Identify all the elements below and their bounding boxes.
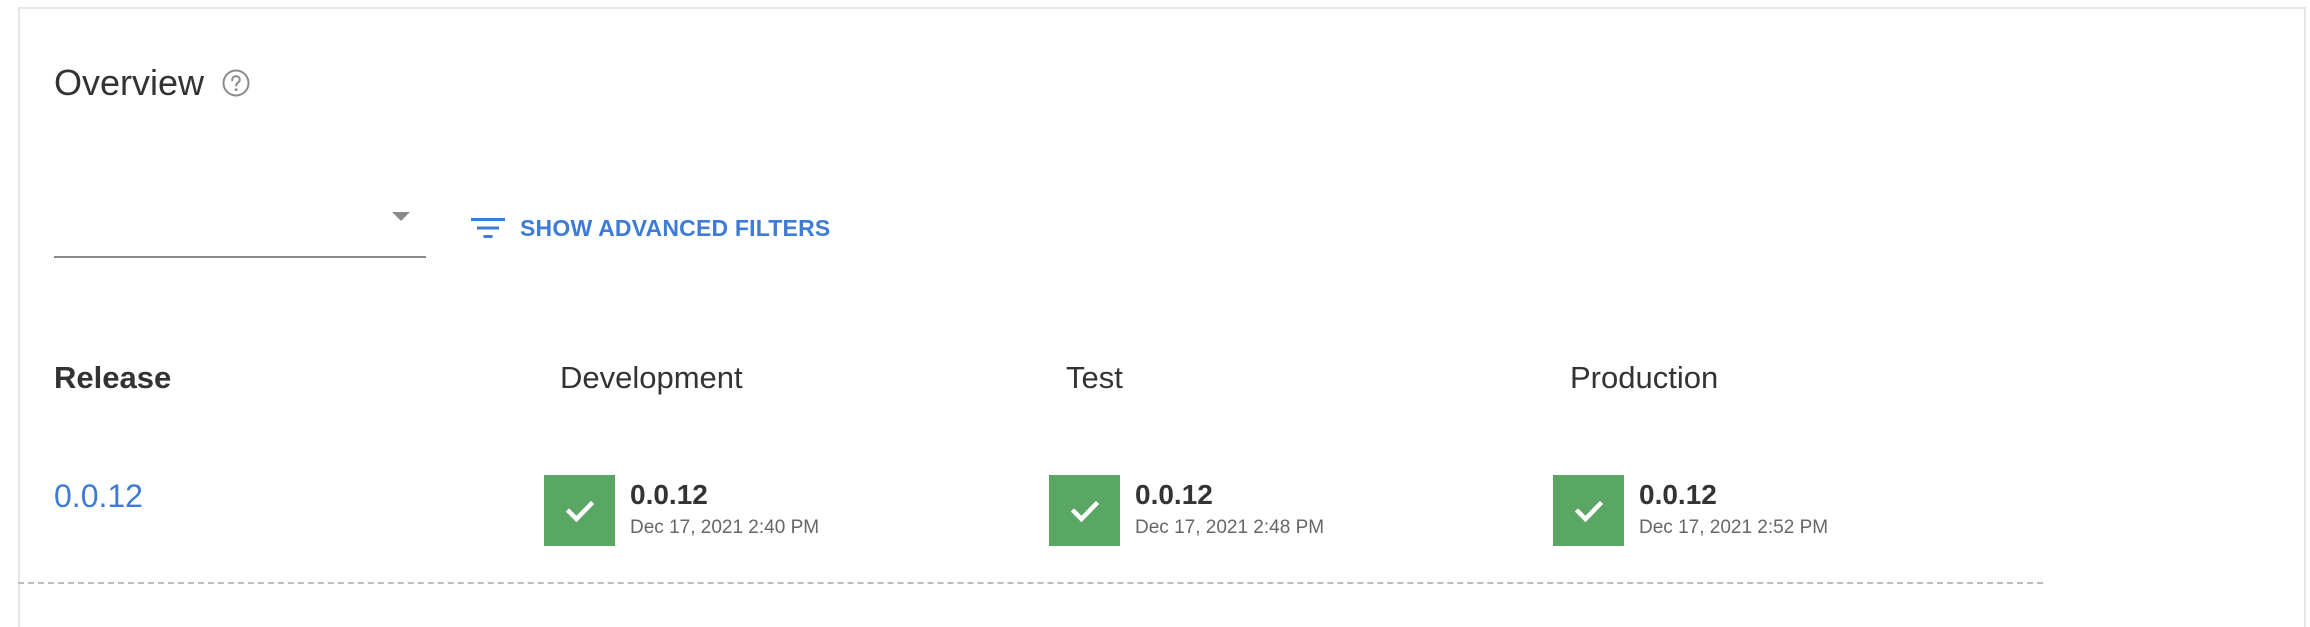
status-success-badge <box>1553 475 1624 546</box>
env-deploy-date: Dec 17, 2021 2:40 PM <box>630 517 820 538</box>
caret-down-icon[interactable] <box>392 212 410 221</box>
status-success-badge <box>544 475 615 546</box>
column-header-development: Development <box>560 360 743 395</box>
filter-lines-icon <box>470 213 506 243</box>
status-success-badge <box>1049 475 1120 546</box>
release-filter-select[interactable] <box>54 190 426 258</box>
env-cell-development[interactable]: 0.0.12 Dec 17, 2021 2:40 PM <box>544 475 819 546</box>
env-deploy-date: Dec 17, 2021 2:48 PM <box>1135 517 1325 538</box>
check-icon <box>1574 500 1603 522</box>
row-divider <box>18 582 2043 584</box>
env-details: 0.0.12 Dec 17, 2021 2:40 PM <box>630 479 819 539</box>
help-circle-icon[interactable] <box>220 67 252 99</box>
column-header-release: Release <box>54 360 172 395</box>
env-cell-test[interactable]: 0.0.12 Dec 17, 2021 2:48 PM <box>1049 475 1324 546</box>
page-header: Overview <box>54 60 252 106</box>
env-details: 0.0.12 Dec 17, 2021 2:48 PM <box>1135 479 1324 539</box>
column-header-production: Production <box>1570 360 1719 395</box>
check-icon <box>1070 500 1099 522</box>
show-advanced-filters-label: SHOW ADVANCED FILTERS <box>520 214 831 241</box>
env-details: 0.0.12 Dec 17, 2021 2:52 PM <box>1639 479 1828 539</box>
page-title: Overview <box>54 62 205 103</box>
check-icon <box>565 500 594 522</box>
env-deploy-date: Dec 17, 2021 2:52 PM <box>1639 517 1829 538</box>
release-link[interactable]: 0.0.12 <box>54 478 143 515</box>
env-version: 0.0.12 <box>1135 479 1213 510</box>
env-version: 0.0.12 <box>630 479 708 510</box>
column-header-test: Test <box>1066 360 1123 395</box>
env-version: 0.0.12 <box>1639 479 1717 510</box>
env-cell-production[interactable]: 0.0.12 Dec 17, 2021 2:52 PM <box>1553 475 1828 546</box>
show-advanced-filters-button[interactable]: SHOW ADVANCED FILTERS <box>470 210 830 246</box>
